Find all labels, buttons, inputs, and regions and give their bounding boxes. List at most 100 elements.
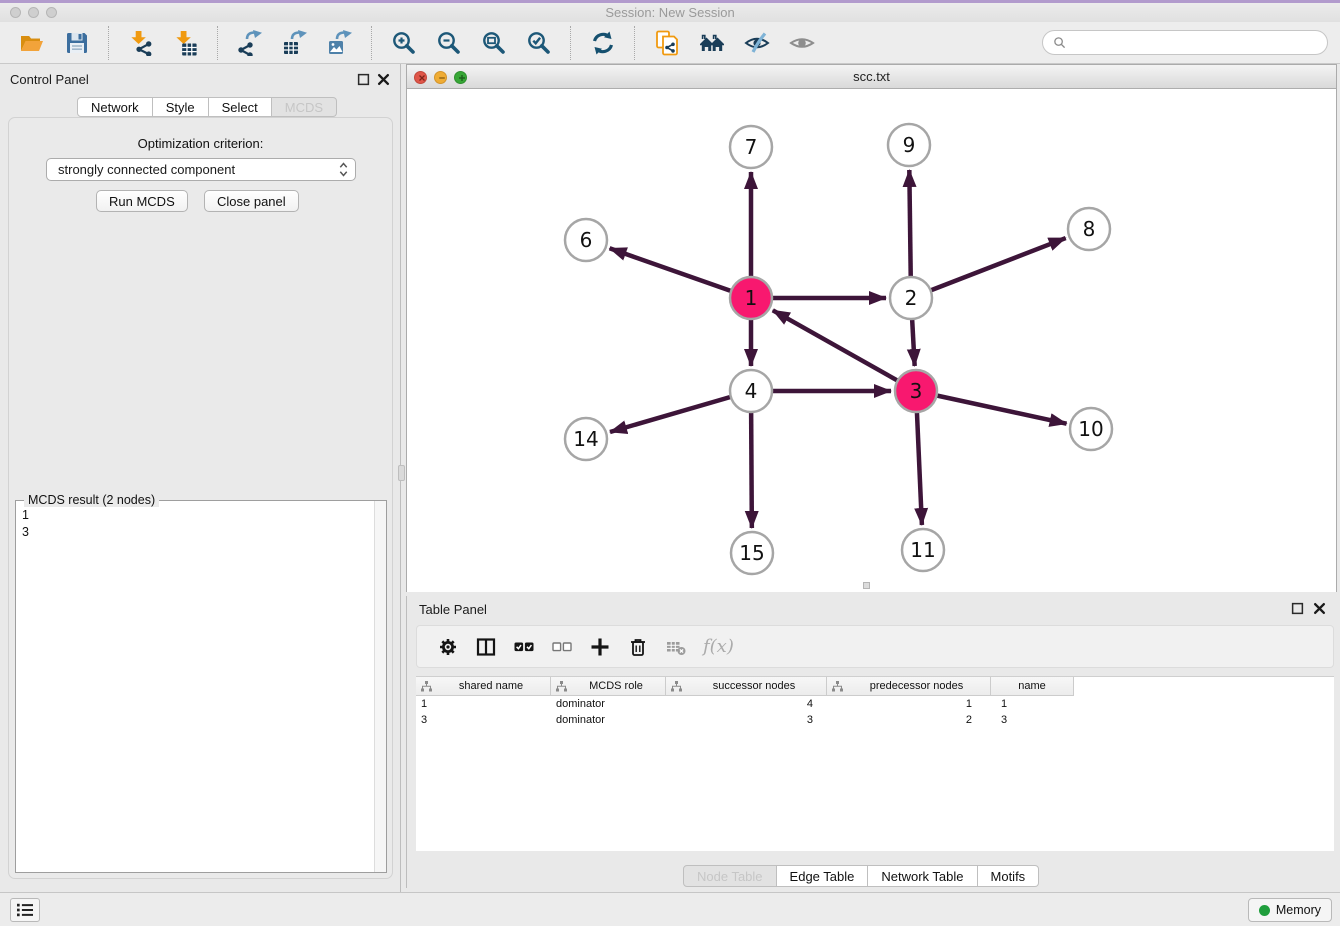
- column-header-predecessor-nodes[interactable]: predecessor nodes: [827, 677, 991, 696]
- tab-select[interactable]: Select: [209, 97, 272, 117]
- graph-node-1[interactable]: 1: [730, 277, 772, 319]
- network-window-titlebar[interactable]: scc.txt: [407, 65, 1336, 89]
- network-canvas[interactable]: 7 9 6 8 1 2 4 3 14 10 15 11: [407, 89, 1336, 592]
- graph-node-3[interactable]: 3: [895, 370, 937, 412]
- first-neighbors-icon[interactable]: [698, 29, 725, 56]
- graph-node-6[interactable]: 6: [565, 219, 607, 261]
- float-table-panel-icon[interactable]: [1291, 602, 1304, 615]
- apply-layout-icon[interactable]: [589, 29, 616, 56]
- mcds-result-list: 13: [16, 503, 374, 872]
- task-history-button[interactable]: [10, 898, 40, 922]
- table-panel-title: Table Panel: [419, 602, 487, 617]
- graph-edge-3-1[interactable]: [773, 310, 916, 391]
- add-column-icon[interactable]: [589, 636, 611, 658]
- table-cell[interactable]: 1: [991, 696, 1074, 712]
- graph-node-15[interactable]: 15: [731, 532, 773, 574]
- table-cell[interactable]: 3: [666, 712, 827, 728]
- graph-node-7[interactable]: 7: [730, 126, 772, 168]
- float-panel-icon[interactable]: [357, 73, 370, 86]
- network-minimize-light[interactable]: [434, 71, 447, 84]
- new-network-from-selection-icon[interactable]: [653, 29, 680, 56]
- tab-motifs[interactable]: Motifs: [978, 865, 1040, 887]
- table-mode-icon[interactable]: [437, 636, 459, 658]
- table-cell[interactable]: dominator: [551, 696, 666, 712]
- close-window-light[interactable]: [10, 7, 21, 18]
- function-builder-label: f(x): [703, 636, 734, 657]
- table-cell[interactable]: 3: [991, 712, 1074, 728]
- hierarchy-icon: [827, 681, 843, 692]
- table-row[interactable]: 1dominator411: [416, 696, 1334, 712]
- select-all-icon[interactable]: [513, 636, 535, 658]
- column-header-shared-name[interactable]: shared name: [416, 677, 551, 696]
- column-header-name[interactable]: name: [991, 677, 1074, 696]
- network-view-window: scc.txt 7 9 6 8 1 2 4 3 14 10 15 11: [406, 64, 1337, 592]
- graph-node-2[interactable]: 2: [890, 277, 932, 319]
- table-cell[interactable]: 1: [416, 696, 551, 712]
- tab-style[interactable]: Style: [153, 97, 209, 117]
- tab-node-table[interactable]: Node Table: [683, 865, 777, 887]
- graph-node-9[interactable]: 9: [888, 124, 930, 166]
- export-network-icon[interactable]: [236, 29, 263, 56]
- graph-node-11[interactable]: 11: [902, 529, 944, 571]
- tab-mcds[interactable]: MCDS: [272, 97, 337, 117]
- run-mcds-button[interactable]: Run MCDS: [96, 190, 188, 212]
- zoom-selected-icon[interactable]: [525, 29, 552, 56]
- criterion-select[interactable]: strongly connected component: [46, 158, 356, 181]
- zoom-in-icon[interactable]: [390, 29, 417, 56]
- export-table-icon[interactable]: [281, 29, 308, 56]
- graph-node-4[interactable]: 4: [730, 370, 772, 412]
- column-header-label: MCDS role: [567, 680, 665, 692]
- table-cell[interactable]: 4: [666, 696, 827, 712]
- graph-edge-1-6[interactable]: [610, 248, 751, 298]
- zoom-out-icon[interactable]: [435, 29, 462, 56]
- table-panel-tabs: Node TableEdge TableNetwork TableMotifs: [683, 865, 1039, 887]
- zoom-fit-icon[interactable]: [480, 29, 507, 56]
- search-box[interactable]: [1042, 30, 1328, 55]
- graph-node-8[interactable]: 8: [1068, 208, 1110, 250]
- status-bar: Memory: [0, 892, 1340, 926]
- network-zoom-light[interactable]: [454, 71, 467, 84]
- tab-network[interactable]: Network: [77, 97, 153, 117]
- network-close-light[interactable]: [414, 71, 427, 84]
- table-cell[interactable]: 1: [827, 696, 991, 712]
- graph-node-10[interactable]: 10: [1070, 408, 1112, 450]
- graph-edge-3-10[interactable]: [916, 391, 1067, 424]
- table-cell[interactable]: dominator: [551, 712, 666, 728]
- import-network-icon[interactable]: [127, 29, 154, 56]
- stepper-icon: [338, 161, 349, 178]
- svg-text:4: 4: [745, 379, 758, 403]
- export-image-icon[interactable]: [326, 29, 353, 56]
- tab-edge-table[interactable]: Edge Table: [777, 865, 869, 887]
- search-input[interactable]: [1072, 36, 1317, 50]
- table-cell[interactable]: 3: [416, 712, 551, 728]
- import-table-icon[interactable]: [172, 29, 199, 56]
- svg-text:8: 8: [1083, 217, 1096, 241]
- graph-edge-2-8[interactable]: [911, 238, 1066, 298]
- result-scrollbar[interactable]: [374, 501, 386, 872]
- tab-network-table[interactable]: Network Table: [868, 865, 977, 887]
- memory-button[interactable]: Memory: [1248, 898, 1332, 922]
- open-session-icon[interactable]: [18, 29, 45, 56]
- column-header-MCDS-role[interactable]: MCDS role: [551, 677, 666, 696]
- table-cell[interactable]: 2: [827, 712, 991, 728]
- show-columns-icon[interactable]: [475, 636, 497, 658]
- table-row[interactable]: 3dominator323: [416, 712, 1334, 728]
- column-header-successor-nodes[interactable]: successor nodes: [666, 677, 827, 696]
- close-panel-icon[interactable]: [377, 73, 390, 86]
- panel-splitter[interactable]: [398, 465, 405, 481]
- svg-text:3: 3: [910, 379, 923, 403]
- minimize-window-light[interactable]: [28, 7, 39, 18]
- save-session-icon[interactable]: [63, 29, 90, 56]
- toolbar-group: [635, 29, 833, 56]
- hide-selected-icon[interactable]: [743, 29, 770, 56]
- table-header-row: shared name MCDS rolesuccessor nodesprede…: [416, 677, 1334, 696]
- delete-columns-icon[interactable]: [627, 636, 649, 658]
- show-all-icon[interactable]: [788, 29, 815, 56]
- zoom-window-light[interactable]: [46, 7, 57, 18]
- close-panel-button[interactable]: Close panel: [204, 190, 299, 212]
- window-resize-handle[interactable]: [863, 582, 870, 589]
- deselect-all-icon[interactable]: [551, 636, 573, 658]
- close-table-panel-icon[interactable]: [1313, 602, 1326, 615]
- graph-svg: 7 9 6 8 1 2 4 3 14 10 15 11: [407, 89, 1336, 592]
- graph-node-14[interactable]: 14: [565, 418, 607, 460]
